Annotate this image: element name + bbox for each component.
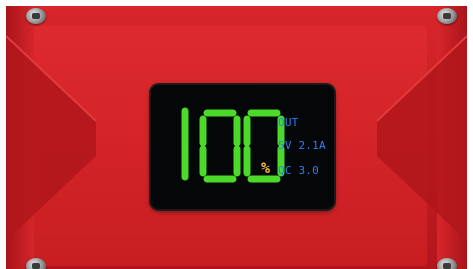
screw-top-left [26,8,46,24]
output-label: OUT [278,116,299,129]
output-current: 2.1A [298,139,326,152]
screw-bottom-left [26,258,46,269]
screw-bottom-right [437,258,457,269]
output-voltage: 5V [278,139,292,152]
percentage-value-text: 100 [238,192,240,194]
output-rating: 5V 2.1A [278,140,326,151]
percent-symbol: % [261,159,271,177]
lcd-display: 100 % OUT 5V 2.1A QC 3.0 [151,85,334,209]
quick-charge-label: QC 3.0 [278,164,319,177]
screw-top-right [437,8,457,24]
